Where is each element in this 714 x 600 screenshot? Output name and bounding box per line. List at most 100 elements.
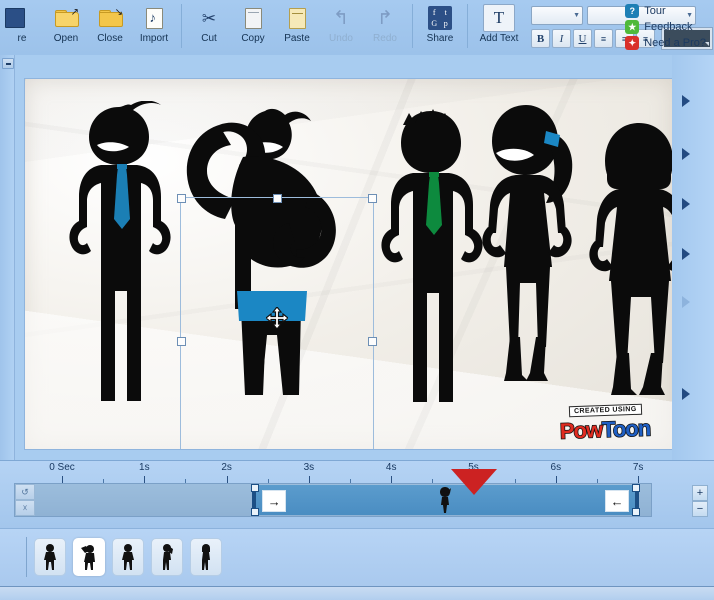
ruler-tick-major-2 (226, 476, 228, 483)
selection-handle-top-right[interactable] (368, 194, 377, 203)
add-text-glyph: T (483, 4, 515, 32)
share-button-label: Share (426, 33, 454, 44)
character-woman-ponytail[interactable] (480, 97, 595, 397)
timeline-track[interactable]: ↺ ☓ → ← (14, 483, 652, 517)
selection-handle-middle-right[interactable] (368, 337, 377, 346)
italic-button[interactable]: I (552, 29, 571, 48)
add-text-button[interactable]: T Add Text (473, 0, 525, 57)
redo-button[interactable]: ↱ Redo (363, 0, 407, 57)
move-cursor-icon (265, 306, 289, 331)
expand-panel-1-arrow[interactable] (682, 95, 690, 107)
undo-arrow-icon: ↰ (333, 7, 349, 29)
share-group: f t G p Share (418, 0, 462, 55)
scene-thumbnail-strip (0, 528, 714, 587)
track-tools: ↺ ☓ (15, 484, 35, 516)
share-button[interactable]: f t G p Share (418, 0, 462, 57)
scene-thumb-2[interactable] (73, 538, 105, 576)
redo-button-label: Redo (373, 33, 397, 44)
expand-panel-4-arrow[interactable] (682, 248, 690, 260)
bold-button[interactable]: B (531, 29, 550, 48)
scene-thumb-5[interactable] (190, 538, 222, 576)
timeline-ruler[interactable]: 0 Sec 1s 2s 3s 4s 5s 6s 7s (0, 461, 714, 483)
toolbar-divider-3 (467, 4, 468, 48)
expand-panel-6-arrow[interactable] (682, 388, 690, 400)
character-businessman-green-tie[interactable] (373, 107, 493, 402)
feedback-link[interactable]: ★ Feedback (625, 20, 706, 34)
folder-open-icon: ↗ (55, 5, 79, 31)
save-icon (5, 5, 25, 31)
feedback-badge-icon: ★ (625, 20, 640, 34)
cut-button[interactable]: ✂ Cut (187, 0, 231, 57)
ruler-label-7s: 7s (632, 462, 644, 473)
collapse-left-panel-button[interactable] (2, 58, 14, 69)
open-button[interactable]: ↗ Open (44, 0, 88, 57)
scene-thumbnails (34, 538, 222, 576)
timeline-clip[interactable]: → ← (251, 484, 641, 516)
ruler-tick-major-3 (308, 476, 310, 483)
selection-handle-top-center[interactable] (273, 194, 282, 203)
question-badge-icon: ? (625, 4, 640, 18)
clip-handle-end-top[interactable] (632, 484, 641, 492)
watermark-brand-pow: Pow (559, 416, 604, 444)
close-button[interactable]: ↘ Close (88, 0, 132, 57)
clip-exit-effect-button[interactable]: ← (605, 490, 630, 512)
tour-link[interactable]: ? Tour (625, 4, 706, 18)
character-woman-bob-hair[interactable] (585, 117, 673, 407)
expand-panel-3-arrow[interactable] (682, 198, 690, 210)
scene-thumb-3[interactable] (112, 538, 144, 576)
ruler-tick-major-7 (638, 476, 640, 483)
chevron-down-icon: ▼ (573, 12, 580, 19)
need-a-pro-link[interactable]: ✦ Need a Pro? (625, 36, 706, 50)
powtoon-editor-window: re ↗ Open ↘ Close Import (0, 0, 714, 600)
file-button-group: re ↗ Open ↘ Close Import (0, 0, 176, 55)
animation-canvas[interactable]: CREATED USING PowToon (24, 78, 674, 450)
playhead-marker[interactable] (450, 469, 497, 495)
edit-button-group: ✂ Cut Copy Paste ↰ Undo ↱ Redo (187, 0, 407, 55)
feedback-link-label: Feedback (644, 21, 693, 33)
main-toolbar: re ↗ Open ↘ Close Import (0, 0, 714, 56)
selection-handle-top-left[interactable] (177, 194, 186, 203)
share-glyph-facebook: f (429, 7, 440, 18)
need-a-pro-link-label: Need a Pro? (644, 37, 706, 49)
ruler-label-0s: 0 Sec (49, 462, 75, 473)
delete-track-button[interactable]: ☓ (15, 500, 35, 516)
ruler-tick-major-6 (555, 476, 557, 483)
stage-area: CREATED USING PowToon (0, 55, 714, 460)
paste-button-label: Paste (284, 33, 310, 44)
underline-button[interactable]: U (573, 29, 592, 48)
clip-handle-start-top[interactable] (251, 484, 260, 492)
close-button-label: Close (97, 33, 123, 44)
expand-panel-5-arrow[interactable] (682, 296, 690, 308)
timeline-zoom-in-button[interactable]: + (692, 485, 708, 501)
expand-panel-2-arrow[interactable] (682, 148, 690, 160)
font-size-select[interactable]: ▼ (531, 6, 583, 25)
undo-button[interactable]: ↰ Undo (319, 0, 363, 57)
ruler-tick-major-4 (391, 476, 393, 483)
save-button[interactable]: re (0, 0, 44, 57)
reset-track-button[interactable]: ↺ (15, 484, 35, 500)
watermark-logo: PowToon (551, 415, 660, 445)
clip-handle-end-bottom[interactable] (632, 508, 641, 516)
powtoon-watermark: CREATED USING PowToon (551, 399, 660, 445)
paste-button[interactable]: Paste (275, 0, 319, 57)
import-button[interactable]: Import (132, 0, 176, 57)
text-t-icon: T (483, 4, 515, 32)
scene-thumb-4[interactable] (151, 538, 183, 576)
scene-thumb-1[interactable] (34, 538, 66, 576)
align-left-button[interactable]: ≡ (594, 29, 613, 48)
bottom-status-bar (0, 586, 714, 600)
folder-close-icon: ↘ (99, 5, 123, 31)
selection-handle-middle-left[interactable] (177, 337, 186, 346)
ruler-tick-major-1 (144, 476, 146, 483)
ruler-tick-major-0 (62, 476, 63, 483)
clip-enter-effect-button[interactable]: → (262, 490, 287, 512)
redo-arrow-icon: ↱ (377, 7, 393, 29)
copy-button[interactable]: Copy (231, 0, 275, 57)
help-links-group: ? Tour ★ Feedback ✦ Need a Pro? (625, 4, 706, 50)
timeline-zoom-out-button[interactable]: − (692, 501, 708, 517)
toolbar-divider-2 (412, 4, 413, 48)
clip-handle-start-bottom[interactable] (251, 508, 260, 516)
ruler-label-1s: 1s (139, 462, 150, 473)
paste-icon (288, 5, 306, 31)
selection-bounding-box[interactable] (177, 194, 377, 449)
